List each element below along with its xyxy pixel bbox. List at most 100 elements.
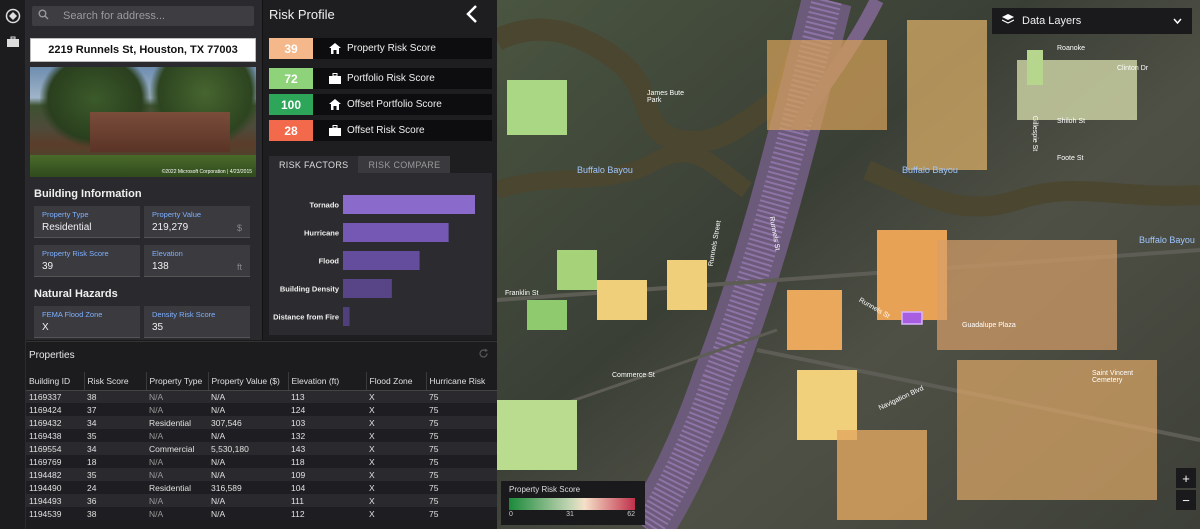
app-logo-icon[interactable]	[4, 8, 22, 26]
map-label: Clinton Dr	[1117, 65, 1149, 72]
table-cell: N/A	[208, 429, 288, 442]
map-label: Roanoke	[1057, 45, 1086, 52]
column-header[interactable]: Risk Score	[83, 372, 146, 391]
offset-risk-score-row[interactable]: 28 Offset Risk Score	[269, 120, 492, 141]
map-label: Foote St	[1057, 155, 1084, 162]
app-root: 2219 Runnels St, Houston, TX 77003 ©2022…	[0, 0, 1200, 529]
table-cell: N/A	[208, 403, 288, 416]
column-header[interactable]: Building ID	[26, 372, 84, 391]
column-header[interactable]: Elevation (ft)	[287, 372, 366, 391]
table-row[interactable]: 1169554 34 Commercial 5,530,180 143 X 75	[26, 442, 497, 455]
table-cell: 37	[84, 403, 146, 416]
table-cell: Commercial	[146, 442, 208, 455]
map-legend: Property Risk Score 0 31 62	[501, 481, 645, 525]
table-cell: 124	[288, 403, 366, 416]
table-cell: 38	[84, 390, 146, 403]
bar[interactable]	[343, 223, 449, 242]
bar[interactable]	[343, 195, 475, 214]
legend-gradient	[509, 498, 635, 510]
table-cell: 35	[84, 429, 146, 442]
score-label: Portfolio Risk Score	[347, 73, 435, 84]
map-label: Gillespie St	[1031, 115, 1039, 152]
bar-label: Flood	[319, 257, 340, 266]
table-cell: N/A	[146, 455, 208, 468]
map-label: Buffalo Bayou	[577, 165, 633, 175]
table-cell: 75	[426, 507, 497, 520]
bar[interactable]	[343, 307, 350, 326]
table-cell: 24	[84, 481, 146, 494]
table-row[interactable]: 1169337 38 N/A N/A 113 X 75	[26, 390, 497, 403]
briefcase-icon[interactable]	[4, 34, 22, 52]
risk-profile-title: Risk Profile	[269, 7, 335, 22]
search-box[interactable]	[32, 6, 254, 26]
bar-label: Distance from Fire	[273, 313, 339, 322]
map-label: Saint Vincent Cemetery	[1092, 370, 1134, 384]
properties-table: Building ID Risk Score Property Type Pro…	[26, 372, 497, 520]
table-row[interactable]: 1194539 38 N/A N/A 112 X 75	[26, 507, 497, 520]
table-cell: 75	[426, 468, 497, 481]
table-cell: X	[366, 429, 426, 442]
table-header-row: Building ID Risk Score Property Type Pro…	[26, 372, 497, 391]
table-row[interactable]: 1169424 37 N/A N/A 124 X 75	[26, 403, 497, 416]
table-cell: N/A	[208, 507, 288, 520]
table-cell: X	[366, 507, 426, 520]
table-cell: 75	[426, 429, 497, 442]
table-cell: 1169432	[26, 416, 84, 429]
natural-hazards-title: Natural Hazards	[34, 288, 118, 300]
table-cell: 103	[288, 416, 366, 429]
map-label: Buffalo Bayou	[1139, 235, 1195, 245]
data-layers-dropdown[interactable]: Data Layers	[992, 8, 1192, 34]
table-cell: 1194490	[26, 481, 84, 494]
table-cell: 112	[288, 507, 366, 520]
offset-portfolio-score-row[interactable]: 100 Offset Portfolio Score	[269, 94, 492, 115]
map-label: Buffalo Bayou	[902, 165, 958, 175]
map-label: James Bute Park	[647, 90, 684, 104]
column-header[interactable]: Hurricane Risk	[425, 372, 497, 391]
elevation-field: Elevation 138 ft	[144, 245, 250, 277]
portfolio-risk-score-row[interactable]: 72 Portfolio Risk Score	[269, 68, 492, 89]
table-row[interactable]: 1169769 18 N/A N/A 118 X 75	[26, 455, 497, 468]
photo-credit: ©2022 Microsoft Corporation | 4/23/2015	[161, 169, 252, 175]
chevron-left-icon[interactable]	[465, 4, 479, 30]
table-cell: N/A	[146, 507, 208, 520]
briefcase-icon	[329, 73, 341, 85]
table-cell: 1194539	[26, 507, 84, 520]
tab-risk-factors[interactable]: RISK FACTORS	[269, 156, 359, 173]
zoom-in-button[interactable]: +	[1176, 468, 1196, 488]
risk-factors-bar-chart: Tornado Hurricane Flood Building Density Dis…	[273, 195, 475, 326]
legend-max: 62	[627, 511, 635, 518]
table-cell: X	[366, 494, 426, 507]
table-row[interactable]: 1194493 36 N/A N/A 111 X 75	[26, 494, 497, 507]
table-cell: X	[366, 390, 426, 403]
table-cell: 34	[84, 416, 146, 429]
table-cell: 75	[426, 442, 497, 455]
map-view[interactable]: Buffalo Bayou Buffalo Bayou Buffalo Bayo…	[497, 0, 1200, 529]
table-cell: 118	[288, 455, 366, 468]
map-label: Commerce St	[612, 372, 655, 379]
search-input[interactable]	[63, 10, 243, 22]
map-label: Guadalupe Plaza	[962, 322, 1016, 329]
property-risk-score-row[interactable]: 39 Property Risk Score	[269, 38, 492, 59]
bar[interactable]	[343, 251, 420, 270]
table-cell: 307,546	[208, 416, 288, 429]
zoom-out-button[interactable]: −	[1176, 490, 1196, 510]
table-cell: 18	[84, 455, 146, 468]
table-cell: X	[366, 481, 426, 494]
table-row[interactable]: 1169432 34 Residential 307,546 103 X 75	[26, 416, 497, 429]
column-header[interactable]: Property Value ($)	[207, 372, 288, 391]
table-row[interactable]: 1169438 35 N/A N/A 132 X 75	[26, 429, 497, 442]
table-cell: 1194493	[26, 494, 84, 507]
table-row[interactable]: 1194490 24 Residential 316,589 104 X 75	[26, 481, 497, 494]
tab-risk-compare[interactable]: RISK COMPARE	[358, 156, 451, 173]
bar[interactable]	[343, 279, 392, 298]
column-header[interactable]: Property Type	[145, 372, 208, 391]
legend-title: Property Risk Score	[509, 485, 581, 494]
home-icon	[329, 99, 341, 111]
table-cell: X	[366, 468, 426, 481]
table-cell: X	[366, 416, 426, 429]
column-header[interactable]: Flood Zone	[365, 372, 426, 391]
refresh-icon[interactable]	[478, 348, 489, 362]
risk-factors-chart: Tornado Hurricane Flood Building Density Dis…	[269, 173, 492, 335]
table-row[interactable]: 1194482 35 N/A N/A 109 X 75	[26, 468, 497, 481]
table-cell: N/A	[146, 494, 208, 507]
